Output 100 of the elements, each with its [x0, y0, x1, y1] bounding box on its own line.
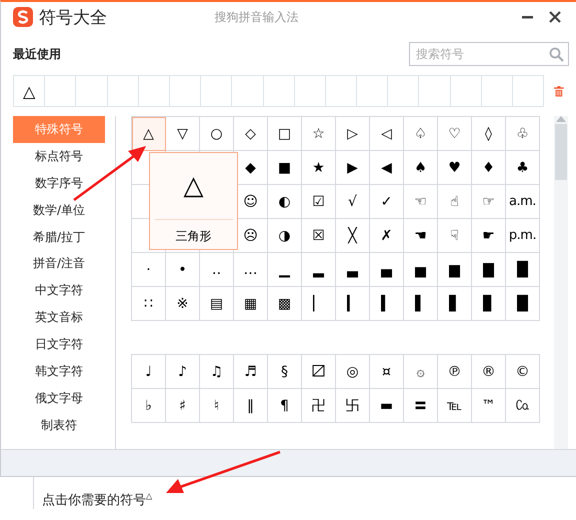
symbol-cell[interactable]: ·	[132, 253, 166, 287]
symbol-cell[interactable]: ▎	[336, 287, 370, 321]
category-item[interactable]: 标点符号	[13, 142, 105, 170]
symbol-cell[interactable]: ▋	[438, 287, 472, 321]
symbol-cell[interactable]: •	[166, 253, 200, 287]
symbol-cell[interactable]: ▦	[234, 287, 268, 321]
symbol-cell[interactable]: ✓	[370, 185, 404, 219]
symbol-cell[interactable]: ╳	[336, 219, 370, 253]
symbol-cell[interactable]: ♬	[234, 355, 268, 389]
symbol-cell[interactable]: ▊	[472, 287, 506, 321]
symbol-cell[interactable]: √	[336, 185, 370, 219]
symbol-cell[interactable]: ©	[506, 355, 540, 389]
symbol-cell[interactable]: ▍	[370, 287, 404, 321]
symbol-cell[interactable]: ◎	[336, 355, 370, 389]
symbol-cell[interactable]: ‥	[200, 253, 234, 287]
symbol-cell[interactable]: 卐	[336, 389, 370, 423]
symbol-cell[interactable]: ♤	[404, 117, 438, 151]
symbol-cell[interactable]: ۞	[404, 355, 438, 389]
trash-icon[interactable]	[554, 84, 564, 98]
symbol-cell[interactable]: ☑	[302, 185, 336, 219]
symbol-cell[interactable]: ◑	[268, 219, 302, 253]
symbol-cell[interactable]: …	[234, 253, 268, 287]
symbol-cell[interactable]: ¤	[370, 355, 404, 389]
symbol-cell[interactable]: p.m.	[506, 219, 540, 253]
symbol-cell[interactable]: ◊	[472, 117, 506, 151]
symbol-cell[interactable]: ♩	[132, 355, 166, 389]
symbol-cell[interactable]: ㏇	[506, 389, 540, 423]
symbol-cell[interactable]: ☟	[438, 219, 472, 253]
symbol-cell[interactable]: ♦	[472, 151, 506, 185]
scroll-up-icon[interactable]	[556, 116, 566, 122]
symbol-cell[interactable]: 卍	[302, 389, 336, 423]
symbol-cell[interactable]: ♭	[132, 389, 166, 423]
symbol-cell[interactable]: ☒	[302, 219, 336, 253]
symbol-cell[interactable]: ▌	[404, 287, 438, 321]
symbol-cell[interactable]: ✗	[370, 219, 404, 253]
symbol-cell[interactable]: ◇	[234, 117, 268, 151]
symbol-cell[interactable]: ▽	[166, 117, 200, 151]
category-item[interactable]: 数学/单位	[13, 196, 105, 224]
symbol-cell[interactable]: ℡	[438, 389, 472, 423]
symbol-cell[interactable]: ▇	[472, 253, 506, 287]
symbol-cell[interactable]: ¶	[268, 389, 302, 423]
symbol-cell[interactable]: ◀	[370, 151, 404, 185]
symbol-cell[interactable]: █	[506, 287, 540, 321]
category-item[interactable]: 希腊/拉丁	[13, 224, 105, 250]
symbol-cell[interactable]: ☜	[404, 185, 438, 219]
symbol-cell[interactable]: △	[132, 117, 166, 151]
scrollbar[interactable]	[554, 116, 568, 449]
category-item[interactable]: 数字序号	[13, 170, 105, 197]
symbol-cell[interactable]: ∷	[132, 287, 166, 321]
symbol-cell[interactable]: ♡	[438, 117, 472, 151]
symbol-cell[interactable]: ‖	[234, 389, 268, 423]
symbol-cell[interactable]: a.m.	[506, 185, 540, 219]
symbol-cell[interactable]: ▤	[200, 287, 234, 321]
category-item[interactable]: 英文音标	[13, 304, 105, 332]
symbol-cell[interactable]: ♯	[166, 389, 200, 423]
symbol-cell[interactable]: ▬	[370, 389, 404, 423]
category-item[interactable]: 拼音/注音	[13, 250, 105, 278]
symbol-cell[interactable]: ♫	[200, 355, 234, 389]
symbol-cell[interactable]: 〼	[302, 355, 336, 389]
symbol-cell[interactable]: ♧	[506, 117, 540, 151]
category-item[interactable]: 日文字符	[13, 331, 105, 358]
symbol-cell[interactable]: ☞	[472, 185, 506, 219]
symbol-cell[interactable]: ▂	[302, 253, 336, 287]
symbol-cell[interactable]: ▶	[336, 151, 370, 185]
symbol-cell[interactable]: ■	[268, 151, 302, 185]
symbol-cell[interactable]: ☚	[404, 219, 438, 253]
symbol-cell[interactable]: ◐	[268, 185, 302, 219]
symbol-cell[interactable]: ♮	[200, 389, 234, 423]
symbol-cell[interactable]: ▁	[268, 253, 302, 287]
symbol-cell[interactable]: 〓	[404, 389, 438, 423]
symbol-cell[interactable]: ◁	[370, 117, 404, 151]
symbol-cell[interactable]: ♣	[506, 151, 540, 185]
category-item[interactable]: 韩文字符	[13, 358, 105, 385]
symbol-cell[interactable]: ○	[200, 117, 234, 151]
symbol-cell[interactable]: ™	[472, 389, 506, 423]
category-item[interactable]: 俄文字母	[13, 384, 105, 412]
symbol-cell[interactable]: ♠	[404, 151, 438, 185]
symbol-cell[interactable]: ☛	[472, 219, 506, 253]
symbol-cell[interactable]: ★	[302, 151, 336, 185]
symbol-cell[interactable]: ※	[166, 287, 200, 321]
scrollbar-thumb[interactable]	[555, 124, 567, 180]
symbol-cell[interactable]: ▃	[336, 253, 370, 287]
symbol-cell[interactable]: □	[268, 117, 302, 151]
symbol-cell[interactable]: ▷	[336, 117, 370, 151]
search-icon[interactable]	[549, 46, 564, 62]
close-icon[interactable]	[549, 11, 561, 23]
symbol-cell[interactable]: ▄	[370, 253, 404, 287]
symbol-cell[interactable]: ▆	[438, 253, 472, 287]
symbol-cell[interactable]: ♥	[438, 151, 472, 185]
symbol-cell[interactable]: ℗	[438, 355, 472, 389]
symbol-cell[interactable]: ▏	[302, 287, 336, 321]
symbol-cell[interactable]: ☆	[302, 117, 336, 151]
symbol-cell[interactable]: ▅	[404, 253, 438, 287]
symbol-cell[interactable]: █	[506, 253, 540, 287]
symbol-cell[interactable]: §	[268, 355, 302, 389]
symbol-cell[interactable]: ▩	[268, 287, 302, 321]
search-field[interactable]: 搜索符号	[409, 42, 569, 66]
symbol-cell[interactable]: ♪	[166, 355, 200, 389]
category-item[interactable]: 中文字符	[13, 277, 105, 304]
symbol-cell[interactable]: ☝	[438, 185, 472, 219]
